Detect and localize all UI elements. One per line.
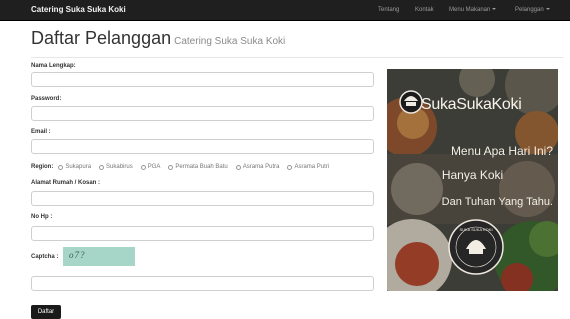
caret-down-icon [492, 8, 497, 11]
email-input[interactable] [31, 139, 374, 154]
region-option-sukabirus[interactable]: Sukabirus [99, 164, 133, 170]
phone-input[interactable] [31, 226, 374, 241]
radio-icon[interactable] [140, 164, 146, 170]
region-radio-group: Region: Sukapura Sukabirus PGA Permata B… [31, 162, 337, 172]
promo-tagline-3: Dan Tuhan Yang Tahu. [441, 196, 553, 208]
region-option-asrama-putra[interactable]: Asrama Putra [235, 164, 279, 170]
captcha-input[interactable] [31, 276, 374, 291]
caret-down-icon [545, 8, 550, 11]
region-label: Region: [31, 164, 54, 170]
region-option-sukapura[interactable]: Sukapura [58, 164, 91, 170]
page-subtitle: Catering Suka Suka Koki [174, 36, 286, 47]
round-logo-text: SUKA SUKA KOKI [459, 227, 492, 232]
promo-tagline-1: Menu Apa Hari Ini? [450, 144, 553, 158]
address-input[interactable] [31, 191, 374, 206]
radio-icon[interactable] [168, 164, 174, 170]
navbar-brand[interactable]: Catering Suka Suka Koki [31, 5, 126, 14]
chef-round-logo-icon: SUKA SUKA KOKI [448, 219, 504, 275]
name-label: Nama Lengkap: [31, 63, 76, 69]
radio-icon[interactable] [235, 164, 241, 170]
email-label: Email : [31, 129, 51, 135]
top-navbar: Catering Suka Suka Koki Tentang Kontak M… [0, 0, 570, 21]
captcha-label: Captcha : [31, 254, 59, 260]
promo-tagline-2: Hanya Koki [441, 168, 504, 182]
nav-item-pelanggan[interactable]: Pelanggan [515, 7, 550, 13]
phone-label: No Hp : [31, 214, 53, 220]
radio-icon[interactable] [99, 164, 105, 170]
captcha-image: o7? [63, 247, 135, 266]
region-option-asrama-putri[interactable]: Asrama Putri [287, 164, 329, 170]
page-title: Daftar Pelanggan [31, 28, 172, 48]
page-header: Daftar Pelanggan Catering Suka Suka Koki [31, 28, 563, 58]
address-label: Alamat Rumah / Kosan : [31, 180, 101, 186]
name-input[interactable] [31, 72, 374, 87]
nav-item-tentang[interactable]: Tentang [378, 7, 399, 13]
password-label: Password: [31, 96, 62, 102]
region-option-pga[interactable]: PGA [140, 164, 160, 170]
region-option-permata-buah-batu[interactable]: Permata Buah Batu [168, 164, 228, 170]
nav-item-kontak[interactable]: Kontak [415, 7, 434, 13]
radio-icon[interactable] [287, 164, 293, 170]
radio-icon[interactable] [58, 164, 64, 170]
promo-brand-text: SukaSukaKoki [421, 96, 522, 113]
nav-item-menu-makanan[interactable]: Menu Makanan [449, 7, 497, 13]
password-input[interactable] [31, 106, 374, 121]
captcha-text: o7? [69, 250, 86, 260]
promo-banner-image: SukaSukaKoki Menu Apa Hari Ini? Hanya Ko… [387, 69, 558, 291]
daftar-button[interactable]: Daftar [31, 305, 61, 319]
